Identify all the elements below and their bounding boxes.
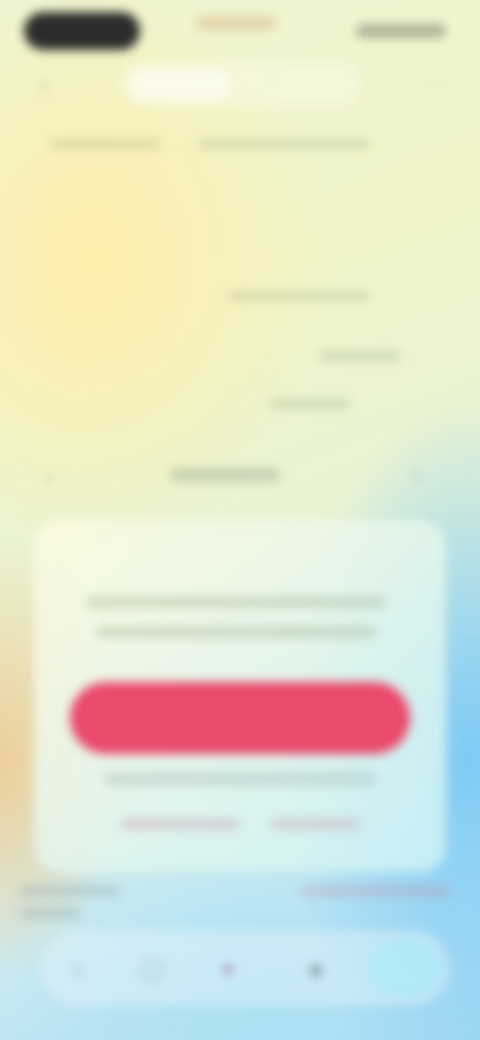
tab-bar-action[interactable] — [368, 940, 442, 996]
content-line — [20, 908, 80, 918]
status-bar-indicators — [356, 24, 446, 38]
modal-message-line — [96, 626, 376, 638]
content-line — [300, 886, 450, 896]
home-icon[interactable]: ⌂ — [64, 955, 92, 983]
more-icon[interactable]: ⋯ — [424, 74, 444, 94]
modal-message-line — [86, 596, 386, 608]
tab-first[interactable] — [130, 70, 230, 100]
create-icon[interactable]: ● — [214, 955, 242, 983]
content-line — [320, 352, 400, 360]
status-bar-pill — [24, 12, 140, 50]
content-line — [230, 292, 370, 300]
secondary-action[interactable] — [104, 772, 376, 786]
chevron-left-icon[interactable]: ‹ — [40, 76, 60, 96]
footer-link[interactable] — [270, 818, 360, 830]
content-line — [200, 140, 370, 148]
chevron-right-icon[interactable]: › — [414, 466, 420, 487]
section-label — [170, 468, 280, 482]
discover-icon[interactable]: ◯ — [138, 955, 166, 983]
profile-icon[interactable]: ◆ — [302, 955, 330, 983]
content-line — [270, 400, 350, 408]
tab-second[interactable] — [240, 70, 350, 100]
status-bar-center — [196, 16, 276, 30]
content-line — [50, 140, 160, 148]
footer-link[interactable] — [120, 818, 240, 830]
primary-action-button[interactable] — [70, 682, 410, 754]
content-line — [20, 886, 120, 896]
chevron-left-icon[interactable]: ‹ — [46, 468, 52, 489]
